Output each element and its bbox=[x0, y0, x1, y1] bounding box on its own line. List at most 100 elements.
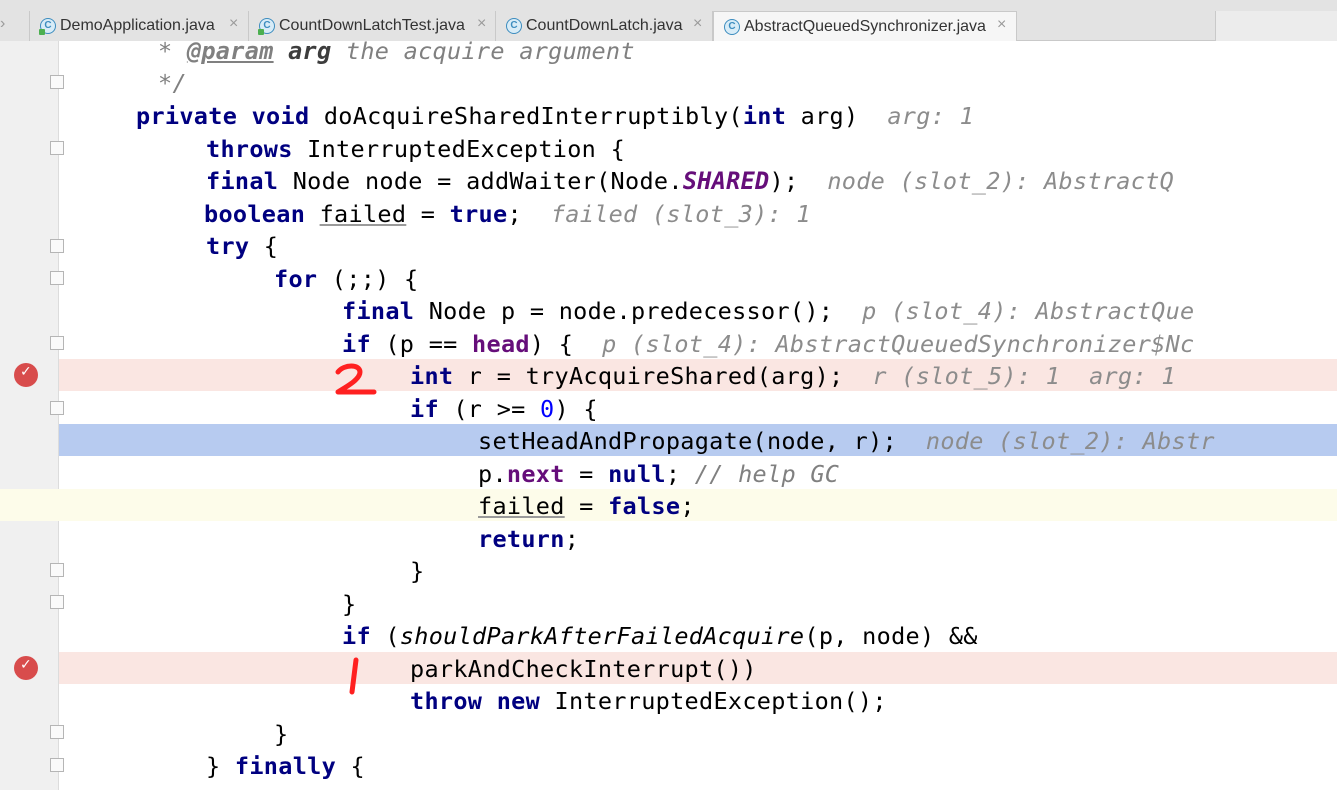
variable: failed bbox=[478, 492, 565, 520]
close-icon[interactable]: × bbox=[997, 16, 1006, 34]
javadoc-param-name: arg bbox=[288, 37, 332, 65]
java-class-icon: C bbox=[724, 19, 740, 35]
fold-marker-icon[interactable] bbox=[50, 239, 64, 253]
code-line-if-head[interactable]: if (p == head) { p (slot_4): AbstractQue… bbox=[342, 328, 1195, 360]
code-text: } bbox=[410, 557, 425, 585]
line-comment: // help GC bbox=[680, 460, 840, 488]
code-line-set-head[interactable]: setHeadAndPropagate(node, r); node (slot… bbox=[478, 425, 1215, 457]
javadoc-tag: @param bbox=[186, 37, 274, 65]
code-line-method-signature[interactable]: private void doAcquireSharedInterruptibl… bbox=[136, 100, 974, 132]
keyword: return bbox=[478, 525, 565, 553]
code-line-p-next[interactable]: p.next = null; // help GC bbox=[478, 458, 839, 490]
code-line-add-waiter[interactable]: final Node node = addWaiter(Node.SHARED)… bbox=[206, 165, 1174, 197]
fold-marker-icon[interactable] bbox=[50, 725, 64, 739]
close-icon[interactable]: × bbox=[477, 15, 486, 33]
keyword: try bbox=[206, 232, 250, 260]
annotation-number-one bbox=[349, 657, 359, 695]
keyword: false bbox=[608, 492, 681, 520]
code-text: (r >= bbox=[438, 395, 541, 423]
code-line-should-park[interactable]: if (shouldParkAfterFailedAcquire(p, node… bbox=[342, 620, 978, 652]
code-line-brace[interactable]: } bbox=[342, 588, 356, 620]
code-line-brace[interactable]: } bbox=[274, 718, 288, 750]
keyword: if bbox=[342, 622, 371, 650]
code-line-finally[interactable]: } finally { bbox=[206, 750, 365, 782]
fold-marker-icon[interactable] bbox=[50, 595, 64, 609]
fold-marker-icon[interactable] bbox=[50, 336, 64, 350]
debug-inline-value: failed (slot_3): 1 bbox=[550, 200, 811, 228]
code-line-throws[interactable]: throws InterruptedException { bbox=[206, 133, 625, 165]
code-text: r = tryAcquireShared(arg); bbox=[453, 362, 844, 390]
tab-overflow-partial[interactable]: › bbox=[0, 11, 30, 41]
javadoc-text: the acquire argument bbox=[331, 37, 635, 65]
breakpoint-icon[interactable]: ✓ bbox=[14, 363, 38, 387]
keyword: for bbox=[274, 265, 318, 293]
keyword: void bbox=[251, 102, 310, 130]
field: head bbox=[472, 330, 530, 358]
breakpoint-icon[interactable]: ✓ bbox=[14, 656, 38, 680]
close-icon[interactable]: × bbox=[229, 15, 238, 33]
tab-overflow-area[interactable] bbox=[1215, 11, 1337, 41]
code-text: ; bbox=[665, 460, 681, 488]
tab-label: AbstractQueuedSynchronizer.java bbox=[744, 18, 986, 35]
debug-inline-value: p (slot_4): AbstractQue bbox=[862, 297, 1195, 325]
tab-label: CountDownLatchTest.java bbox=[279, 17, 465, 34]
code-text: ; bbox=[564, 525, 580, 553]
fold-marker-icon[interactable] bbox=[50, 75, 64, 89]
code-line-try[interactable]: try { bbox=[206, 230, 278, 262]
tab-label: DemoApplication.java bbox=[60, 17, 215, 34]
number-literal: 0 bbox=[540, 395, 555, 423]
code-line-try-acquire-shared[interactable]: int r = tryAcquireShared(arg); r (slot_5… bbox=[410, 360, 1176, 392]
code-text: (;;) { bbox=[317, 265, 419, 293]
fold-marker-icon[interactable] bbox=[50, 141, 64, 155]
keyword: private bbox=[136, 102, 238, 130]
tab-abstract-queued-synchronizer[interactable]: C AbstractQueuedSynchronizer.java × bbox=[713, 11, 1017, 41]
code-text: p. bbox=[478, 460, 507, 488]
tab-partial-arrow-icon[interactable]: › bbox=[0, 15, 5, 33]
keyword: final bbox=[206, 167, 279, 195]
keyword: finally bbox=[234, 752, 337, 780]
code-text: } bbox=[206, 752, 221, 780]
code-text: Node node = addWaiter(Node. bbox=[278, 167, 683, 195]
code-line-for[interactable]: for (;;) { bbox=[274, 263, 419, 295]
code-text: (p, node) && bbox=[804, 622, 978, 650]
code-text: ) { bbox=[529, 330, 574, 358]
keyword: if bbox=[410, 395, 439, 423]
code-text: setHeadAndPropagate(node, r); bbox=[478, 427, 897, 455]
debug-inline-value: p (slot_4): AbstractQueuedSynchronizer$N… bbox=[602, 330, 1195, 358]
annotation-number-two bbox=[335, 363, 377, 395]
java-class-icon: C bbox=[39, 18, 56, 35]
code-text: ) { bbox=[554, 395, 598, 423]
fold-marker-icon[interactable] bbox=[50, 563, 64, 577]
code-line-return[interactable]: return; bbox=[478, 523, 579, 555]
code-line-brace[interactable]: } bbox=[410, 555, 424, 587]
static-method-call: shouldParkAfterFailedAcquire bbox=[399, 622, 805, 650]
debug-inline-value: r (slot_5): 1 arg: 1 bbox=[872, 362, 1176, 390]
code-line-failed-false[interactable]: failed = false; bbox=[478, 490, 695, 522]
tab-label: CountDownLatch.java bbox=[526, 17, 683, 34]
code-line-throw[interactable]: throw new InterruptedException(); bbox=[410, 685, 887, 717]
code-text: } bbox=[342, 590, 357, 618]
static-field: SHARED bbox=[682, 167, 770, 195]
code-line-failed-true[interactable]: boolean failed = true; failed (slot_3): … bbox=[204, 198, 811, 230]
code-line-predecessor[interactable]: final Node p = node.predecessor(); p (sl… bbox=[342, 295, 1194, 327]
code-text: ); bbox=[769, 167, 799, 195]
code-line-javadoc-end[interactable]: */ bbox=[158, 67, 187, 99]
debug-inline-value: node (slot_2): Abstr bbox=[925, 427, 1215, 455]
code-line-park-and-check[interactable]: parkAndCheckInterrupt()) bbox=[410, 653, 757, 685]
code-line-javadoc-param[interactable]: * @param arg the acquire argument bbox=[158, 35, 635, 67]
fold-marker-icon[interactable] bbox=[50, 401, 64, 415]
code-text: InterruptedException(); bbox=[540, 687, 887, 715]
fold-marker-icon[interactable] bbox=[50, 758, 64, 772]
code-text: ; bbox=[680, 492, 695, 520]
code-text: ( bbox=[370, 622, 400, 650]
code-line-if-r[interactable]: if (r >= 0) { bbox=[410, 393, 598, 425]
keyword: if bbox=[342, 330, 371, 358]
close-icon[interactable]: × bbox=[693, 15, 702, 33]
java-class-icon: C bbox=[506, 18, 522, 34]
javadoc-star: * bbox=[158, 37, 187, 65]
fold-marker-icon[interactable] bbox=[50, 271, 64, 285]
keyword: int bbox=[410, 362, 454, 390]
code-text: (p == bbox=[370, 330, 473, 358]
keyword: final bbox=[342, 297, 415, 325]
parameter: arg) bbox=[786, 102, 859, 130]
